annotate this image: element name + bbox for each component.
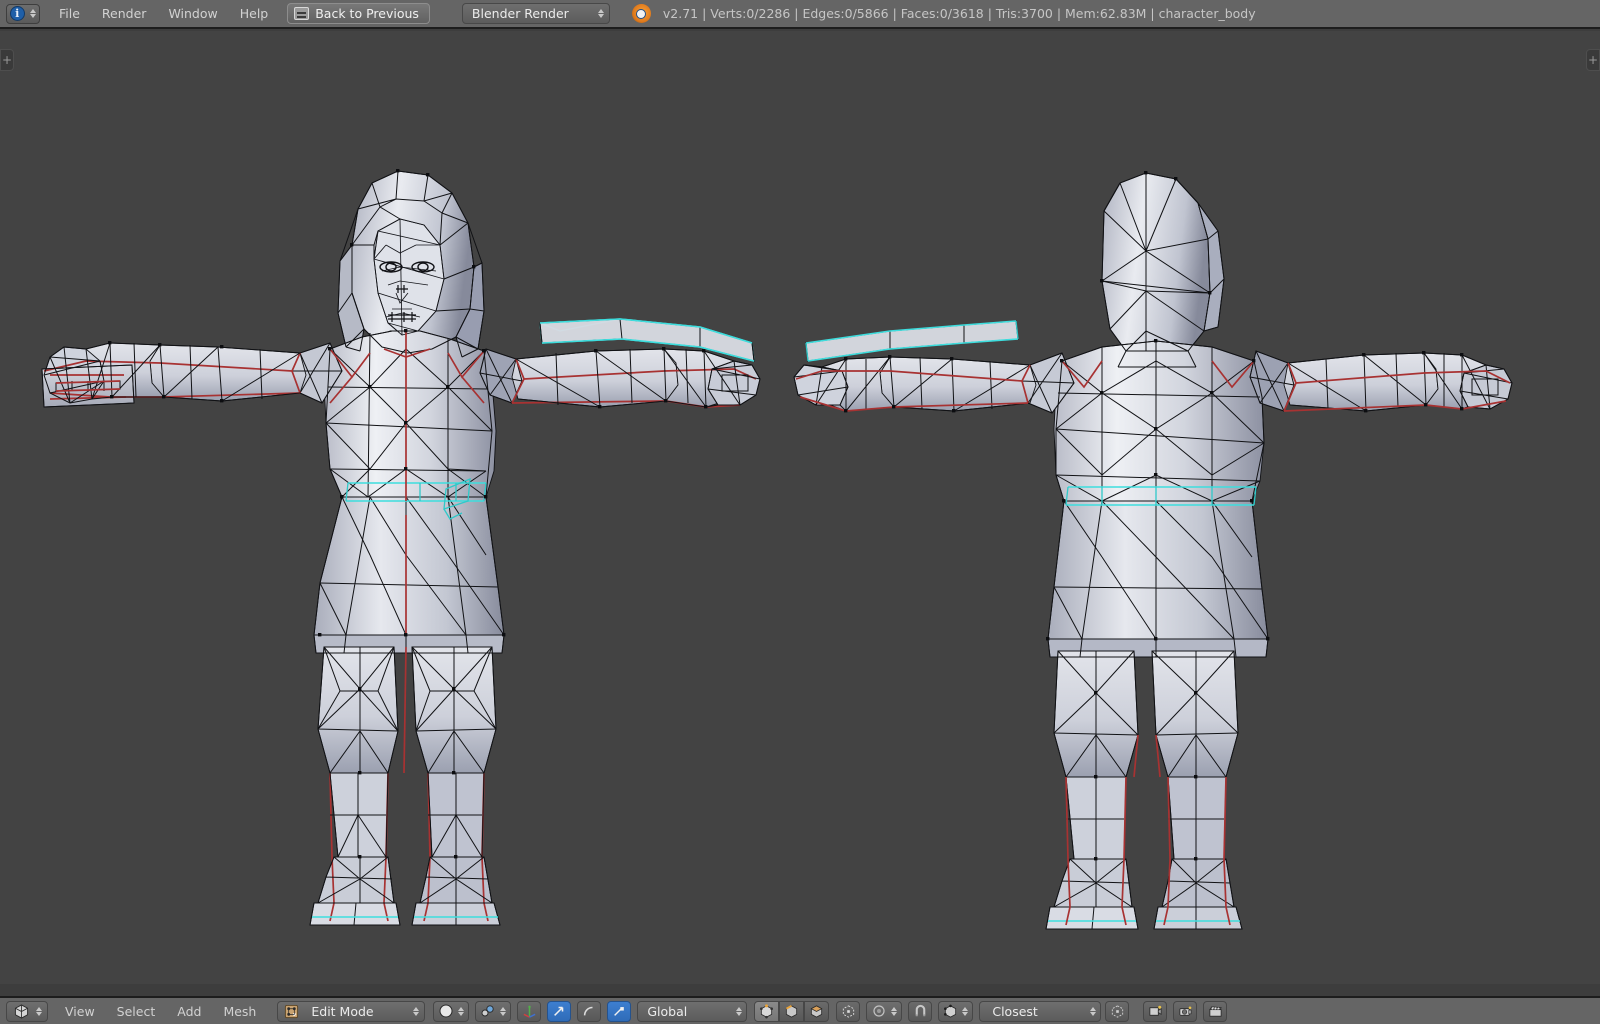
chevron-updown-icon bbox=[736, 1007, 742, 1016]
menu-file[interactable]: File bbox=[48, 4, 91, 23]
blender-window: i File Render Window Help Back to Previo… bbox=[0, 0, 1600, 1024]
editor-type-selector[interactable]: i bbox=[6, 4, 40, 24]
magnet-icon bbox=[913, 1004, 928, 1019]
median-point-icon bbox=[480, 1003, 496, 1019]
edge-select-icon bbox=[784, 1004, 799, 1019]
interaction-mode-label: Edit Mode bbox=[311, 1004, 406, 1019]
face-select-icon bbox=[809, 1004, 824, 1019]
menu-add[interactable]: Add bbox=[166, 1002, 212, 1021]
character-mesh-canvas: .w { fill:none; stroke:#111215; stroke-w… bbox=[0, 31, 1600, 984]
chevron-updown-icon bbox=[1090, 1007, 1096, 1016]
chevron-updown-icon bbox=[413, 1007, 419, 1016]
occlude-geometry-icon bbox=[841, 1004, 856, 1019]
opengl-render-animation-button[interactable] bbox=[1203, 1001, 1227, 1022]
manipulator-toggle-button[interactable] bbox=[517, 1001, 541, 1022]
chevron-updown-icon bbox=[30, 9, 36, 18]
menu-render[interactable]: Render bbox=[91, 4, 158, 23]
snap-peel-object-button[interactable] bbox=[1105, 1001, 1129, 1022]
chevron-updown-icon bbox=[962, 1007, 968, 1016]
3d-viewport[interactable]: + + bbox=[0, 31, 1600, 984]
translate-arrow-icon bbox=[552, 1004, 566, 1018]
render-engine-selector[interactable]: Blender Render bbox=[462, 3, 610, 24]
select-mode-face-button[interactable] bbox=[804, 1001, 829, 1022]
menu-help[interactable]: Help bbox=[229, 4, 280, 23]
back-to-previous-label: Back to Previous bbox=[315, 6, 419, 21]
render-engine-label: Blender Render bbox=[472, 6, 569, 21]
status-bar-text: v2.71 | Verts:0/2286 | Edges:0/5866 | Fa… bbox=[663, 6, 1256, 21]
3d-view-icon bbox=[13, 1003, 30, 1019]
snap-element-selector[interactable] bbox=[938, 1001, 973, 1022]
properties-panel-toggle-icon[interactable]: + bbox=[1586, 49, 1600, 71]
manipulator-axes-icon bbox=[522, 1004, 537, 1019]
scale-icon bbox=[612, 1004, 626, 1018]
viewport-shading-selector[interactable] bbox=[433, 1001, 469, 1022]
manipulator-scale-button[interactable] bbox=[607, 1001, 631, 1022]
character-back-view bbox=[794, 171, 1512, 929]
opengl-render-button[interactable] bbox=[1143, 1001, 1167, 1022]
solid-shading-icon bbox=[438, 1003, 454, 1019]
menu-view[interactable]: View bbox=[54, 1002, 106, 1021]
menu-select[interactable]: Select bbox=[106, 1002, 167, 1021]
back-to-previous-button[interactable]: Back to Previous bbox=[287, 3, 430, 24]
top-header-bar: i File Render Window Help Back to Previo… bbox=[0, 0, 1600, 29]
chevron-updown-icon bbox=[598, 9, 604, 18]
proportional-edit-off-icon bbox=[871, 1003, 887, 1019]
snap-target-label: Closest bbox=[992, 1004, 1037, 1019]
manipulator-rotate-button[interactable] bbox=[577, 1001, 601, 1022]
snap-vertex-icon bbox=[943, 1004, 958, 1019]
3dview-header-bar: View Select Add Mesh Edit Mode bbox=[0, 996, 1600, 1024]
blender-logo-icon bbox=[632, 4, 651, 23]
menu-mesh[interactable]: Mesh bbox=[212, 1002, 267, 1021]
limit-selection-visible-button[interactable] bbox=[836, 1001, 860, 1022]
snap-target-selector[interactable]: Closest bbox=[979, 1001, 1101, 1022]
camera-icon bbox=[1178, 1004, 1193, 1019]
manipulator-translate-button[interactable] bbox=[547, 1001, 571, 1022]
editor-type-selector-3dview[interactable] bbox=[6, 1001, 48, 1022]
back-arrow-icon bbox=[294, 7, 309, 20]
transform-orientation-selector[interactable]: Global bbox=[637, 1001, 747, 1022]
menu-window[interactable]: Window bbox=[157, 4, 228, 23]
character-front-view bbox=[42, 169, 760, 925]
vertex-select-icon bbox=[759, 1004, 774, 1019]
chevron-updown-icon bbox=[458, 1007, 464, 1016]
interaction-mode-selector[interactable]: Edit Mode bbox=[277, 1001, 425, 1022]
toolshelf-toggle-icon[interactable]: + bbox=[0, 49, 14, 71]
clapperboard-icon bbox=[1208, 1004, 1223, 1019]
snap-toggle-button[interactable] bbox=[908, 1001, 932, 1022]
select-mode-vertex-button[interactable] bbox=[754, 1001, 779, 1022]
pivot-point-selector[interactable] bbox=[475, 1001, 511, 1022]
snap-projection-icon bbox=[1110, 1004, 1125, 1019]
mesh-select-mode-group[interactable] bbox=[754, 1001, 829, 1022]
chevron-updown-icon bbox=[36, 1007, 42, 1016]
transform-orientation-label: Global bbox=[647, 1004, 687, 1019]
chevron-updown-icon bbox=[891, 1007, 897, 1016]
info-editor-icon: i bbox=[10, 6, 25, 21]
chevron-updown-icon bbox=[500, 1007, 506, 1016]
rotate-arc-icon bbox=[582, 1004, 596, 1018]
proportional-edit-selector[interactable] bbox=[866, 1001, 902, 1022]
edit-mode-icon bbox=[283, 1003, 300, 1019]
select-mode-edge-button[interactable] bbox=[779, 1001, 804, 1022]
render-preview-icon bbox=[1148, 1004, 1163, 1019]
opengl-render-camera-button[interactable] bbox=[1173, 1001, 1197, 1022]
